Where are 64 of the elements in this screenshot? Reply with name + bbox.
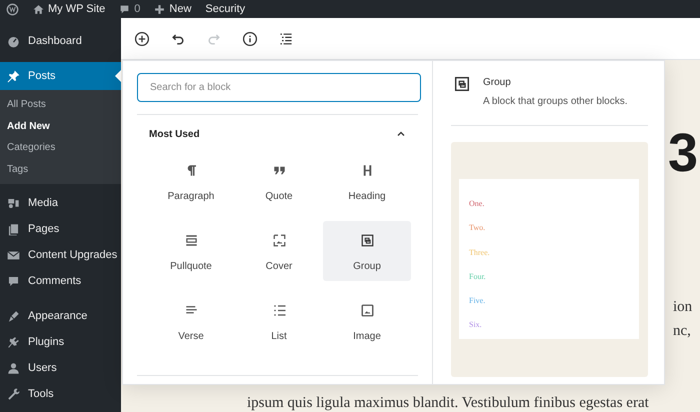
heading-text: 3	[668, 126, 698, 180]
block-button[interactable]: Quote	[235, 151, 323, 211]
sidebar-item[interactable]: Users	[0, 355, 121, 381]
preview-text: Five.	[469, 295, 486, 308]
media-icon	[7, 196, 20, 210]
pullquote-icon	[184, 233, 198, 248]
sidebar-item[interactable]: Comments	[0, 268, 121, 294]
search-field[interactable]: Search for a block	[137, 73, 421, 102]
preview-text: Two.	[469, 222, 486, 234]
preview-text: Six.	[469, 319, 482, 332]
sidebar-item[interactable]: Tools	[0, 381, 121, 407]
pin-icon	[7, 70, 20, 82]
plus-icon	[154, 4, 166, 14]
list-icon[interactable]	[278, 30, 294, 46]
list-icon	[272, 303, 286, 318]
body-text: nc,	[673, 322, 691, 341]
submenu-item[interactable]: Tags	[0, 158, 121, 180]
info-icon[interactable]	[242, 30, 258, 46]
body-text: ion	[673, 298, 692, 317]
sidebar-item[interactable]: Media	[0, 190, 121, 216]
submenu-item[interactable]: Add New	[0, 116, 121, 137]
preview-text: Three.	[469, 246, 490, 259]
sidebar-item[interactable]: Content Upgrades	[0, 242, 121, 268]
plug-icon	[7, 336, 20, 348]
gauge-icon	[7, 34, 20, 48]
brush-icon	[7, 310, 20, 322]
preview-text: One.	[469, 198, 484, 210]
submenu-item[interactable]: All Posts	[0, 94, 121, 116]
block-button[interactable]: Image	[323, 291, 411, 351]
sidebar-item[interactable]: Plugins	[0, 329, 121, 355]
admin-bar-link[interactable]: Security	[205, 0, 246, 18]
group-icon	[360, 233, 374, 248]
logo-icon[interactable]	[6, 2, 19, 16]
wrench-icon	[7, 388, 20, 400]
block-button[interactable]: List	[235, 291, 323, 351]
body-text: ipsum quis ligula maximus blandit. Vestibulum finibus egestas erat	[247, 394, 649, 412]
person-icon	[7, 362, 20, 374]
speech-bubble-icon	[7, 274, 20, 288]
block-button[interactable]: Paragraph	[147, 151, 235, 211]
block-description: A block that groups other blocks.	[483, 95, 628, 109]
submenu-item[interactable]: Categories	[0, 137, 121, 158]
group-icon	[453, 75, 471, 93]
block-button[interactable]: Verse	[147, 291, 235, 351]
block-button[interactable]: Pullquote	[147, 221, 235, 281]
block-title: Group	[483, 76, 512, 90]
cover-icon	[272, 233, 286, 248]
pages-icon	[7, 222, 20, 236]
admin-bar-link[interactable]: My WP Site	[48, 0, 106, 18]
image-icon	[360, 303, 374, 318]
block-button[interactable]: Cover	[235, 221, 323, 281]
admin-bar-link[interactable]: New	[169, 0, 192, 18]
block-button[interactable]: Heading	[323, 151, 411, 211]
section-heading: Most Used	[149, 128, 200, 142]
sidebar-item[interactable]: Appearance	[0, 303, 121, 329]
comment-count[interactable]: 0	[134, 0, 140, 18]
sidebar-item[interactable]: Posts	[0, 62, 121, 90]
envelope-icon	[7, 248, 20, 262]
preview-text: Four.	[469, 270, 486, 283]
speech-bubble-icon	[119, 4, 130, 14]
add-icon[interactable]	[134, 30, 150, 46]
home-icon	[33, 4, 44, 14]
block-button[interactable]: Group	[323, 221, 411, 281]
sidebar-item[interactable]: Dashboard	[0, 28, 121, 54]
sidebar-item[interactable]: Pages	[0, 216, 121, 242]
